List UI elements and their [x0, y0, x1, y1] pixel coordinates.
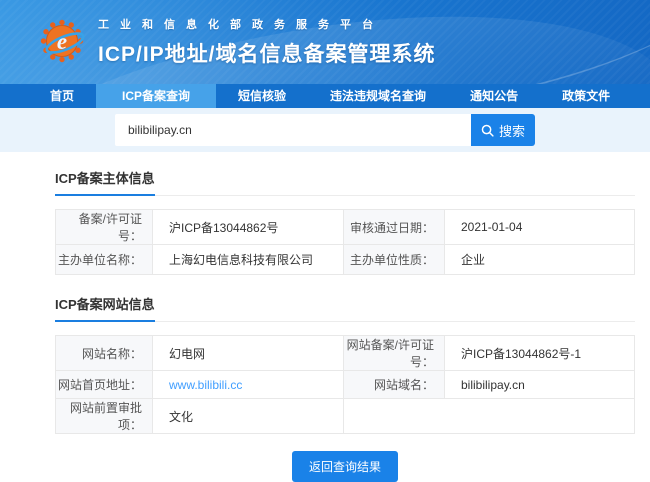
- field-value: 2021-01-04: [444, 209, 635, 245]
- field-label: 网站名称：: [55, 335, 153, 371]
- field-label: 网站首页地址：: [55, 370, 153, 399]
- nav-item-sms-verify[interactable]: 短信核验: [216, 84, 308, 108]
- table-row: 网站名称： 幻电网 网站备案/许可证号： 沪ICP备13044862号-1: [55, 335, 635, 371]
- empty-cell: [343, 398, 635, 434]
- system-title: ICP/IP地址/域名信息备案管理系统: [98, 43, 436, 66]
- search-bar: 搜索: [0, 108, 650, 152]
- table-row: 备案/许可证号： 沪ICP备13044862号 审核通过日期： 2021-01-…: [55, 209, 635, 245]
- field-value: bilibilipay.cn: [444, 370, 635, 399]
- platform-title: 工业和信息化部政务服务平台: [98, 19, 384, 31]
- table-row: 网站首页地址： www.bilibili.cc 网站域名： bilibilipa…: [55, 370, 635, 399]
- field-value: www.bilibili.cc: [152, 370, 344, 399]
- subject-info-table: 备案/许可证号： 沪ICP备13044862号 审核通过日期： 2021-01-…: [55, 209, 635, 275]
- field-value: 企业: [444, 244, 635, 275]
- website-homepage-link[interactable]: www.bilibili.cc: [169, 378, 242, 392]
- field-label: 网站备案/许可证号：: [343, 335, 445, 371]
- field-value: 沪ICP备13044862号: [152, 209, 344, 245]
- nav-item-home[interactable]: 首页: [28, 84, 96, 108]
- subject-section-title: ICP备案主体信息: [55, 168, 155, 196]
- field-label: 审核通过日期：: [343, 209, 445, 245]
- nav-item-notices[interactable]: 通知公告: [448, 84, 540, 108]
- result-content: ICP备案主体信息 备案/许可证号： 沪ICP备13044862号 审核通过日期…: [0, 152, 650, 482]
- search-button[interactable]: 搜索: [471, 114, 535, 146]
- page-header: e 工业和信息化部政务服务平台 ICP/IP地址/域名信息备案管理系统: [0, 0, 650, 84]
- main-nav: 首页 ICP备案查询 短信核验 违法违规域名查询 通知公告 政策文件: [0, 84, 650, 108]
- gear-e-logo-icon: e: [40, 19, 85, 63]
- field-label: 网站前置审批项：: [55, 398, 153, 434]
- table-row: 网站前置审批项： 文化: [55, 398, 635, 434]
- field-value: 文化: [152, 398, 344, 434]
- field-label: 主办单位名称：: [55, 244, 153, 275]
- website-section-header: ICP备案网站信息: [55, 294, 635, 322]
- field-value: 幻电网: [152, 335, 344, 371]
- search-button-label: 搜索: [498, 123, 525, 139]
- nav-item-policy-files[interactable]: 政策文件: [540, 84, 632, 108]
- field-label: 备案/许可证号：: [55, 209, 153, 245]
- svg-text:e: e: [57, 29, 67, 54]
- table-row: 主办单位名称： 上海幻电信息科技有限公司 主办单位性质： 企业: [55, 244, 635, 275]
- subject-section-header: ICP备案主体信息: [55, 168, 635, 196]
- search-icon: [481, 124, 494, 137]
- field-label: 网站域名：: [343, 370, 445, 399]
- field-value: 沪ICP备13044862号-1: [444, 335, 635, 371]
- website-info-table: 网站名称： 幻电网 网站备案/许可证号： 沪ICP备13044862号-1 网站…: [55, 335, 635, 434]
- field-label: 主办单位性质：: [343, 244, 445, 275]
- field-value: 上海幻电信息科技有限公司: [152, 244, 344, 275]
- website-section-title: ICP备案网站信息: [55, 294, 155, 322]
- nav-item-icp-query[interactable]: ICP备案查询: [96, 84, 217, 108]
- back-to-results-button[interactable]: 返回查询结果: [291, 451, 398, 482]
- search-input[interactable]: [115, 114, 471, 146]
- nav-item-illegal-domain-query[interactable]: 违法违规域名查询: [308, 84, 448, 108]
